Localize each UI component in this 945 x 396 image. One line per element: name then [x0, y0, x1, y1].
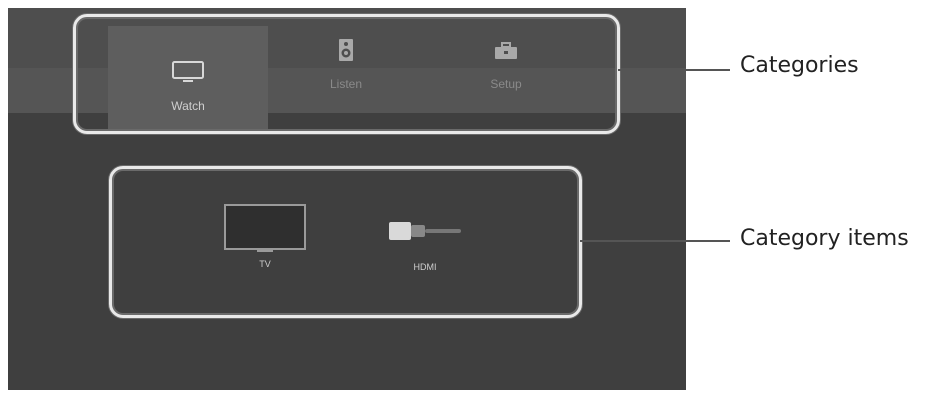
- categories-callout-box: [73, 14, 620, 134]
- categories-callout-label: Categories: [740, 53, 859, 78]
- category-items-callout-box: [109, 166, 582, 318]
- categories-leader-line: [618, 69, 730, 71]
- category-items-callout-label: Category items: [740, 226, 909, 251]
- category-items-leader-line: [580, 240, 730, 242]
